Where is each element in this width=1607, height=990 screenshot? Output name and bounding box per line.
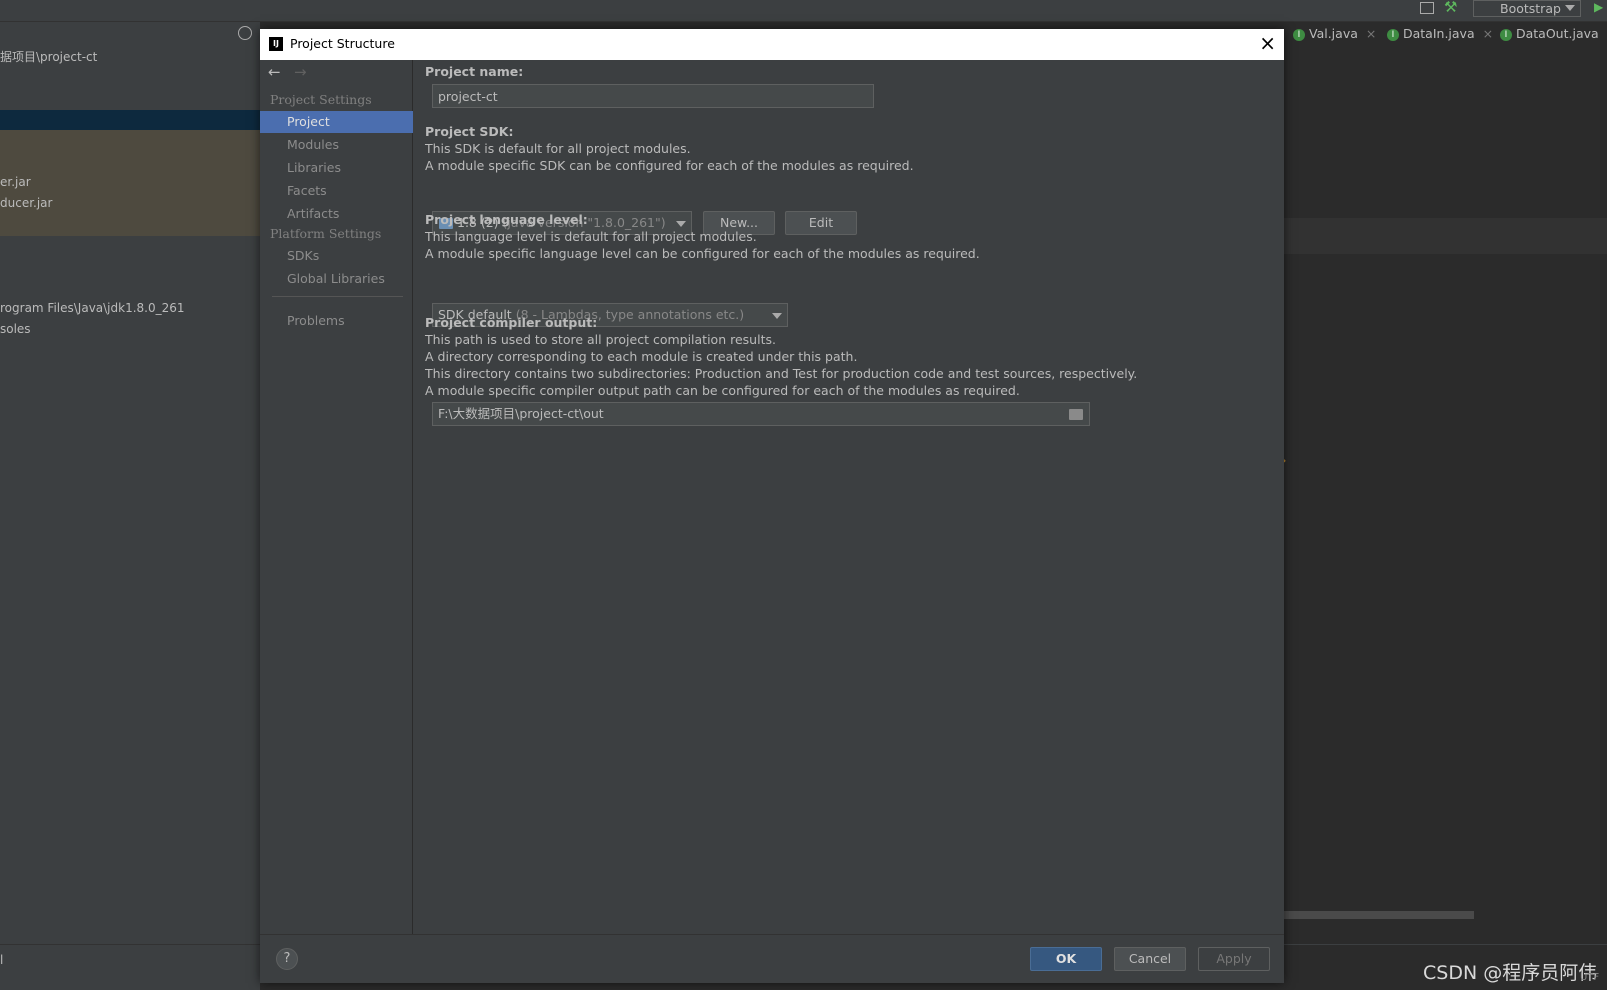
editor-tab[interactable]: I DataOut.java xyxy=(1500,22,1599,46)
project-language-level-label: Project language level: xyxy=(425,212,588,227)
compiler-output-input[interactable]: F:\大数据项目\project-ct\out xyxy=(432,402,1090,426)
nav-item-project[interactable]: Project xyxy=(260,111,413,133)
close-tab-icon[interactable]: × xyxy=(1483,26,1493,41)
settings-nav: ← → Project Settings Project Modules Lib… xyxy=(260,60,413,934)
nav-item-modules[interactable]: Modules xyxy=(260,134,413,156)
nav-item-artifacts[interactable]: Artifacts xyxy=(260,203,413,225)
help-button[interactable]: ? xyxy=(276,948,298,970)
interface-icon: I xyxy=(1387,28,1399,41)
editor-tab[interactable]: I Val.java × xyxy=(1293,22,1376,46)
dialog-title: Project Structure xyxy=(290,36,395,51)
browse-folder-icon[interactable] xyxy=(1069,409,1083,420)
project-settings-header: Project Settings xyxy=(270,92,372,107)
chevron-down-icon xyxy=(1565,5,1575,11)
close-tab-icon[interactable]: × xyxy=(1366,26,1376,41)
editor-tab[interactable]: I DataIn.java × xyxy=(1387,22,1493,46)
project-settings-panel: Project name: Project SDK: This SDK is d… xyxy=(414,60,1284,934)
interface-icon: I xyxy=(1293,28,1305,41)
dialog-titlebar: IJ Project Structure × xyxy=(260,29,1284,60)
nav-item-problems[interactable]: Problems xyxy=(260,310,413,332)
run-icon[interactable]: ▶ xyxy=(1594,0,1603,14)
status-encoding: UTF xyxy=(1580,972,1600,983)
project-path: 据项目\project-ct xyxy=(0,50,98,64)
build-hammer-icon[interactable]: ⚒ xyxy=(1444,0,1457,16)
nav-item-facets[interactable]: Facets xyxy=(260,180,413,202)
dialog-footer: ? OK Cancel Apply xyxy=(260,934,1284,983)
close-icon[interactable]: × xyxy=(1259,31,1276,55)
forward-arrow-icon[interactable]: → xyxy=(294,63,307,81)
watermark: CSDN @程序员阿伟 xyxy=(1423,962,1598,984)
nav-item-sdks[interactable]: SDKs xyxy=(260,245,413,267)
project-sdk-label: Project SDK: xyxy=(425,124,514,139)
language-description: A module specific language level can be … xyxy=(425,246,980,261)
sdk-description: This SDK is default for all project modu… xyxy=(425,141,691,156)
highlighted-tree-rows xyxy=(0,130,260,236)
jar-item[interactable]: ducer.jar xyxy=(0,196,52,210)
consoles-item[interactable]: soles xyxy=(0,322,31,336)
interface-icon: I xyxy=(1500,28,1512,41)
window-icon[interactable] xyxy=(1420,2,1434,14)
nav-item-global-libraries[interactable]: Global Libraries xyxy=(260,268,413,290)
bottom-item: l xyxy=(0,953,4,967)
target-icon[interactable] xyxy=(238,26,252,40)
chevron-down-icon xyxy=(676,221,686,227)
project-structure-dialog: IJ Project Structure × ← → Project Setti… xyxy=(260,29,1284,983)
project-name-label: Project name: xyxy=(425,64,524,79)
compiler-description: This path is used to store all project c… xyxy=(425,332,776,347)
platform-settings-header: Platform Settings xyxy=(270,226,382,241)
language-description: This language level is default for all p… xyxy=(425,229,757,244)
nav-item-libraries[interactable]: Libraries xyxy=(260,157,413,179)
ok-button[interactable]: OK xyxy=(1030,947,1102,971)
apply-button[interactable]: Apply xyxy=(1198,947,1270,971)
project-name-input[interactable] xyxy=(432,84,874,108)
compiler-output-label: Project compiler output: xyxy=(425,315,598,330)
nav-divider xyxy=(272,296,403,297)
selected-tree-row[interactable] xyxy=(0,110,260,130)
editor-area xyxy=(1284,46,1607,990)
compiler-description: A directory corresponding to each module… xyxy=(425,349,858,364)
editor-current-line xyxy=(1284,218,1607,254)
compiler-description: This directory contains two subdirectori… xyxy=(425,366,1138,381)
back-arrow-icon[interactable]: ← xyxy=(268,63,281,81)
intellij-logo-icon: IJ xyxy=(269,37,283,51)
sdk-description: A module specific SDK can be configured … xyxy=(425,158,914,173)
editor-scrollbar[interactable] xyxy=(1284,911,1474,919)
chevron-down-icon xyxy=(772,313,782,319)
edit-sdk-button[interactable]: Edit xyxy=(785,211,857,235)
cancel-button[interactable]: Cancel xyxy=(1114,947,1186,971)
jdk-path[interactable]: rogram Files\Java\jdk1.8.0_261 xyxy=(0,301,185,315)
jar-item[interactable]: er.jar xyxy=(0,175,31,189)
ide-toolbar xyxy=(0,0,1607,22)
compiler-description: A module specific compiler output path c… xyxy=(425,383,1020,398)
